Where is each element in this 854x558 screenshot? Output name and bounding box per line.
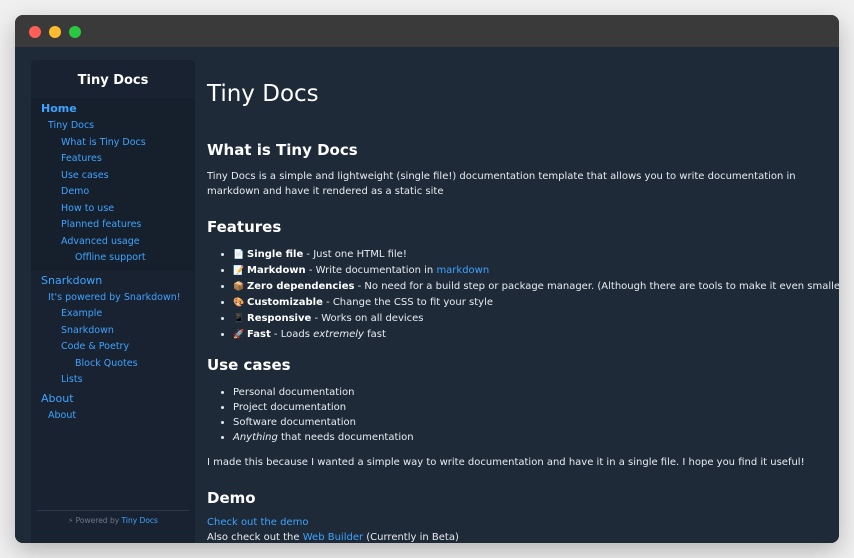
sidebar-item-offline-support[interactable]: Offline support: [31, 250, 195, 267]
sidebar-item-snarkdown[interactable]: Snarkdown: [31, 271, 195, 290]
package-icon: 📦: [233, 282, 245, 292]
powered-by-text: ⚡ Powered by: [68, 516, 120, 525]
sidebar-item-code-poetry[interactable]: Code & Poetry: [31, 339, 195, 356]
page-icon: 📄: [233, 250, 245, 260]
motivation-paragraph: I made this because I wanted a simple wa…: [207, 457, 805, 468]
page-title: Tiny Docs: [207, 81, 319, 107]
sidebar: Tiny Docs Home Tiny Docs What is Tiny Do…: [31, 60, 195, 543]
list-item: 📝Markdown - Write documentation in markd…: [233, 263, 839, 279]
active-section: Home Tiny Docs What is Tiny Docs Feature…: [31, 99, 195, 271]
heading-what-is-tiny-docs: What is Tiny Docs: [207, 141, 358, 159]
sidebar-item-features[interactable]: Features: [31, 151, 195, 168]
sidebar-title: Tiny Docs: [77, 73, 149, 88]
sidebar-item-example[interactable]: Example: [31, 306, 195, 323]
mobile-phone-icon: 📱: [233, 314, 245, 324]
features-list: 📄Single file - Just one HTML file! 📝Mark…: [207, 247, 839, 343]
heading-use-cases: Use cases: [207, 356, 291, 374]
use-cases-list: Personal documentation Project documenta…: [207, 385, 414, 445]
sidebar-item-lists[interactable]: Lists: [31, 372, 195, 389]
heading-demo: Demo: [207, 489, 256, 507]
list-item: Personal documentation: [233, 385, 414, 400]
sidebar-footer: ⚡ Powered by Tiny Docs: [37, 510, 189, 525]
intro-paragraph: Tiny Docs is a simple and lightweight (s…: [207, 171, 796, 197]
list-item: 🎨Customizable - Change the CSS to fit yo…: [233, 295, 839, 311]
sidebar-item-block-quotes[interactable]: Block Quotes: [31, 356, 195, 373]
list-item: Project documentation: [233, 400, 414, 415]
sidebar-item-how-to-use[interactable]: How to use: [31, 201, 195, 218]
demo-paragraph: Check out the demo Also check out the We…: [207, 517, 459, 543]
list-item: 📄Single file - Just one HTML file!: [233, 247, 839, 263]
page-content: Tiny Docs Home Tiny Docs What is Tiny Do…: [15, 47, 839, 543]
list-item: 📦Zero dependencies - No need for a build…: [233, 279, 839, 295]
sidebar-item-tiny-docs[interactable]: Tiny Docs: [31, 118, 195, 135]
sidebar-item-demo[interactable]: Demo: [31, 184, 195, 201]
list-item: Anything that needs documentation: [233, 430, 414, 445]
close-window-button[interactable]: [29, 26, 41, 38]
memo-icon: 📝: [233, 266, 245, 276]
sidebar-item-snarkdown-sub[interactable]: Snarkdown: [31, 323, 195, 340]
list-item: 🚀Fast - Loads extremely fast: [233, 327, 839, 343]
minimize-window-button[interactable]: [49, 26, 61, 38]
list-item: 📱Responsive - Works on all devices: [233, 311, 839, 327]
sidebar-item-what-is-tiny-docs[interactable]: What is Tiny Docs: [31, 135, 195, 152]
title-bar: [15, 15, 839, 47]
powered-by-link[interactable]: Tiny Docs: [122, 516, 158, 525]
demo-link[interactable]: Check out the demo: [207, 517, 308, 528]
sidebar-item-planned-features[interactable]: Planned features: [31, 217, 195, 234]
palette-icon: 🎨: [233, 298, 245, 308]
rocket-icon: 🚀: [233, 330, 245, 340]
heading-features: Features: [207, 218, 282, 236]
sidebar-item-use-cases[interactable]: Use cases: [31, 168, 195, 185]
web-builder-link[interactable]: Web Builder: [303, 532, 363, 543]
list-item: Software documentation: [233, 415, 414, 430]
sidebar-item-advanced-usage[interactable]: Advanced usage: [31, 234, 195, 251]
sidebar-item-home[interactable]: Home: [31, 99, 195, 118]
app-window: Tiny Docs Home Tiny Docs What is Tiny Do…: [15, 15, 839, 543]
maximize-window-button[interactable]: [69, 26, 81, 38]
sidebar-item-powered-by-snarkdown[interactable]: It's powered by Snarkdown!: [31, 290, 195, 307]
sidebar-item-about-sub[interactable]: About: [31, 408, 195, 425]
sidebar-item-about[interactable]: About: [31, 389, 195, 408]
markdown-link[interactable]: markdown: [436, 265, 489, 276]
